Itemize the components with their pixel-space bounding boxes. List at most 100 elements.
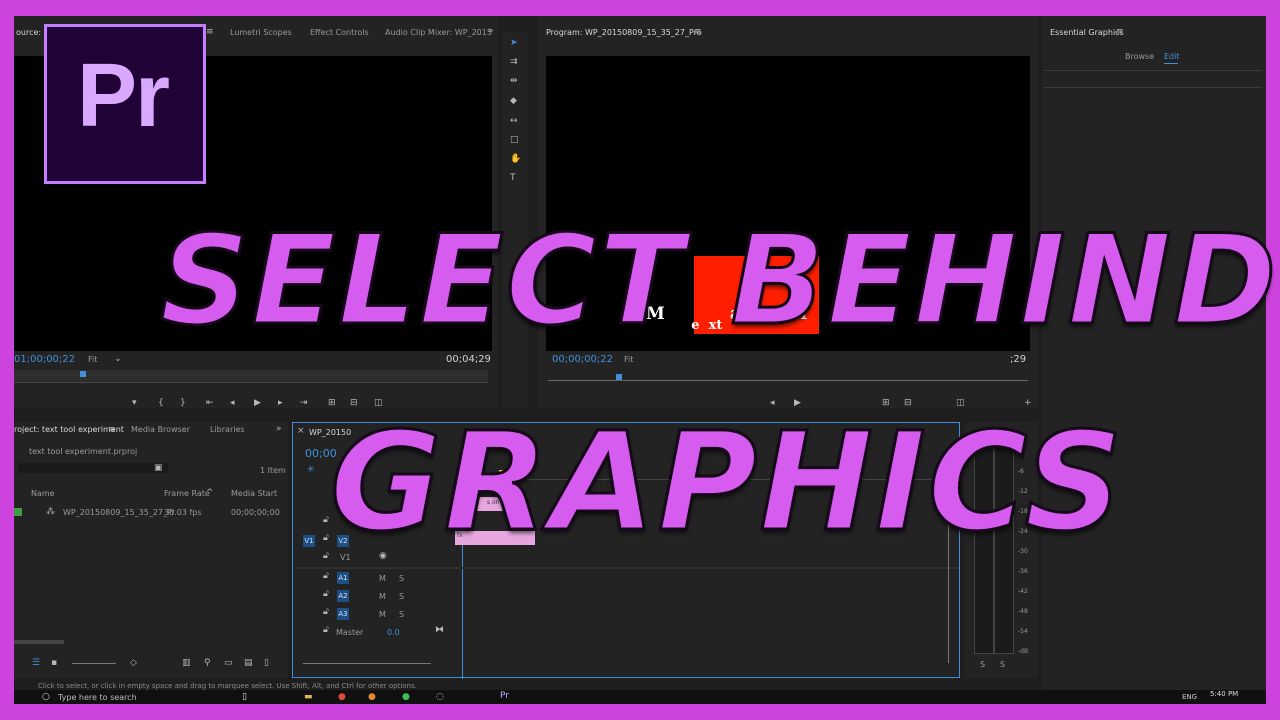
tab-effect-controls[interactable]: Effect Controls (310, 28, 369, 37)
solo-a3[interactable]: S (399, 610, 404, 619)
find-icon[interactable]: ⚲ (204, 658, 211, 668)
meter-tick: -48 (1018, 608, 1028, 615)
chevron-down-icon[interactable]: ⌄ (114, 354, 122, 364)
go-to-out-icon[interactable]: ⇥ (300, 398, 308, 408)
meter-tick: -54 (1018, 628, 1028, 635)
program-title[interactable]: Program: WP_20150809_15_35_27_Pro (546, 28, 702, 37)
source-playhead[interactable] (80, 371, 86, 377)
taskbar-time[interactable]: 5:40 PM (1210, 690, 1238, 698)
lock-icon[interactable]: 🔓︎ (323, 607, 329, 617)
go-to-in-icon[interactable]: ⇤ (206, 398, 214, 408)
row-name: WP_20150809_15_35_27_Pr (63, 508, 175, 517)
step-back-icon[interactable]: ◂ (230, 398, 235, 408)
list-view-icon[interactable]: ☰ (32, 658, 40, 668)
lock-icon[interactable]: 🔓︎ (323, 589, 329, 599)
icon-view-icon[interactable]: ▪ (51, 658, 57, 668)
chrome-icon[interactable]: ● (338, 692, 346, 702)
bin-icon[interactable]: ▣ (154, 463, 163, 473)
panel-menu-icon[interactable]: ≡ (1116, 27, 1124, 37)
taskbar-search-input[interactable]: Type here to search (58, 693, 137, 702)
mute-a3[interactable]: M (379, 610, 386, 619)
sort-icon[interactable]: ◇ (130, 658, 137, 668)
whatsapp-icon[interactable]: ◌ (436, 692, 444, 702)
close-icon[interactable]: × (297, 426, 305, 436)
ripple-edit-tool-icon[interactable]: ⇹ (510, 76, 518, 86)
master-value[interactable]: 0.0 (387, 628, 400, 637)
timeline-h-scrollbar[interactable] (303, 663, 431, 664)
source-patch-v1[interactable]: V1 (303, 535, 315, 547)
premiere-taskbar-icon[interactable]: Pr (500, 691, 509, 701)
track-target-a1[interactable]: A1 (337, 572, 349, 584)
solo-a2[interactable]: S (399, 592, 404, 601)
tab-libraries[interactable]: Libraries (210, 425, 245, 434)
master-label: Master (336, 628, 364, 637)
tab-audio-clip-mixer[interactable]: Audio Clip Mixer: WP_2015 (385, 28, 492, 37)
go-to-out-icon[interactable]: ⧓ (435, 625, 444, 635)
play-icon[interactable]: ▶ (254, 398, 261, 408)
new-bin-icon[interactable]: ▭ (224, 658, 233, 668)
meter-tick: -36 (1018, 568, 1028, 575)
source-fit-select[interactable]: Fit (88, 355, 97, 364)
lock-icon[interactable]: 🔓︎ (323, 625, 329, 635)
tab-media-browser[interactable]: Media Browser (131, 425, 190, 434)
lock-icon[interactable]: 🔓︎ (323, 515, 329, 525)
zoom-slider[interactable] (72, 663, 116, 664)
col-media-start[interactable]: Media Start (231, 489, 277, 498)
marker-icon[interactable]: ▾ (132, 398, 137, 408)
track-target-a3[interactable]: A3 (337, 608, 349, 620)
project-scrollbar[interactable] (14, 640, 64, 644)
trash-icon[interactable]: ▯ (264, 658, 269, 668)
step-forward-icon[interactable]: ▸ (278, 398, 283, 408)
lock-icon[interactable]: 🔓︎ (323, 551, 329, 561)
meter-solo-left[interactable]: S (980, 660, 985, 669)
col-frame-rate[interactable]: Frame Rate (164, 489, 210, 498)
hand-tool-icon[interactable]: ✋ (510, 154, 521, 164)
project-search-input[interactable] (18, 463, 168, 473)
snap-icon[interactable]: ✳ (307, 465, 315, 475)
file-explorer-icon[interactable]: ▬ (304, 692, 313, 702)
tab-edit[interactable]: Edit (1164, 52, 1180, 61)
automate-icon[interactable]: ▥ (182, 658, 191, 668)
lock-icon[interactable]: 🔓︎ (323, 533, 329, 543)
tab-lumetri-scopes[interactable]: Lumetri Scopes (230, 28, 292, 37)
layers-area[interactable] (1044, 70, 1262, 88)
panel-menu-icon[interactable]: ≡ (694, 27, 702, 37)
panel-menu-icon[interactable]: ≡ (108, 425, 116, 435)
tab-browse[interactable]: Browse (1125, 52, 1154, 61)
source-timecode[interactable]: 01;00;00;22 (14, 354, 75, 365)
track-target-a2[interactable]: A2 (337, 590, 349, 602)
label-color-swatch (14, 508, 22, 516)
new-item-icon[interactable]: ▤ (244, 658, 253, 668)
selection-tool-icon[interactable]: ➤ (510, 38, 518, 48)
pen-tool-icon[interactable]: □ (510, 135, 519, 145)
search-icon[interactable]: ○ (42, 692, 50, 702)
overlay-title-line1: SELECT BEHIND (158, 208, 1279, 355)
panel-overflow-icon[interactable]: » (488, 26, 494, 36)
mark-out-icon[interactable]: } (180, 398, 186, 408)
panel-overflow-icon[interactable]: » (276, 424, 282, 434)
spotify-icon[interactable]: ● (402, 692, 410, 702)
type-tool-icon[interactable]: T (510, 173, 516, 183)
taskbar-lang[interactable]: ENG (1182, 693, 1197, 701)
project-panel: roject: text tool experiment ≡ Media Bro… (14, 422, 288, 678)
firefox-icon[interactable]: ● (368, 692, 376, 702)
mark-in-icon[interactable]: { (158, 398, 164, 408)
table-row[interactable]: ⁂ WP_20150809_15_35_27_Pr 30.03 fps 00;0… (14, 506, 288, 520)
track-select-tool-icon[interactable]: ⇉ (510, 57, 518, 67)
col-name[interactable]: Name (31, 489, 55, 498)
slip-tool-icon[interactable]: ↔ (510, 116, 518, 126)
program-fit-select[interactable]: Fit (624, 355, 633, 364)
sort-up-icon[interactable]: ^ (206, 488, 214, 498)
meter-solo-right[interactable]: S (1000, 660, 1005, 669)
mute-a1[interactable]: M (379, 574, 386, 583)
task-view-icon[interactable]: ▯ (242, 692, 247, 702)
program-playhead[interactable] (616, 374, 622, 380)
lock-icon[interactable]: 🔓︎ (323, 571, 329, 581)
panel-menu-icon[interactable]: ≡ (206, 27, 214, 37)
razor-tool-icon[interactable]: ◆ (510, 96, 517, 106)
mute-a2[interactable]: M (379, 592, 386, 601)
essential-graphics-title[interactable]: Essential Graphics (1050, 28, 1124, 37)
solo-a1[interactable]: S (399, 574, 404, 583)
program-scrub-bar[interactable] (548, 380, 1028, 381)
project-toolbar: ☰ ▪ ◇ ▥ ⚲ ▭ ▤ ▯ (14, 658, 288, 674)
